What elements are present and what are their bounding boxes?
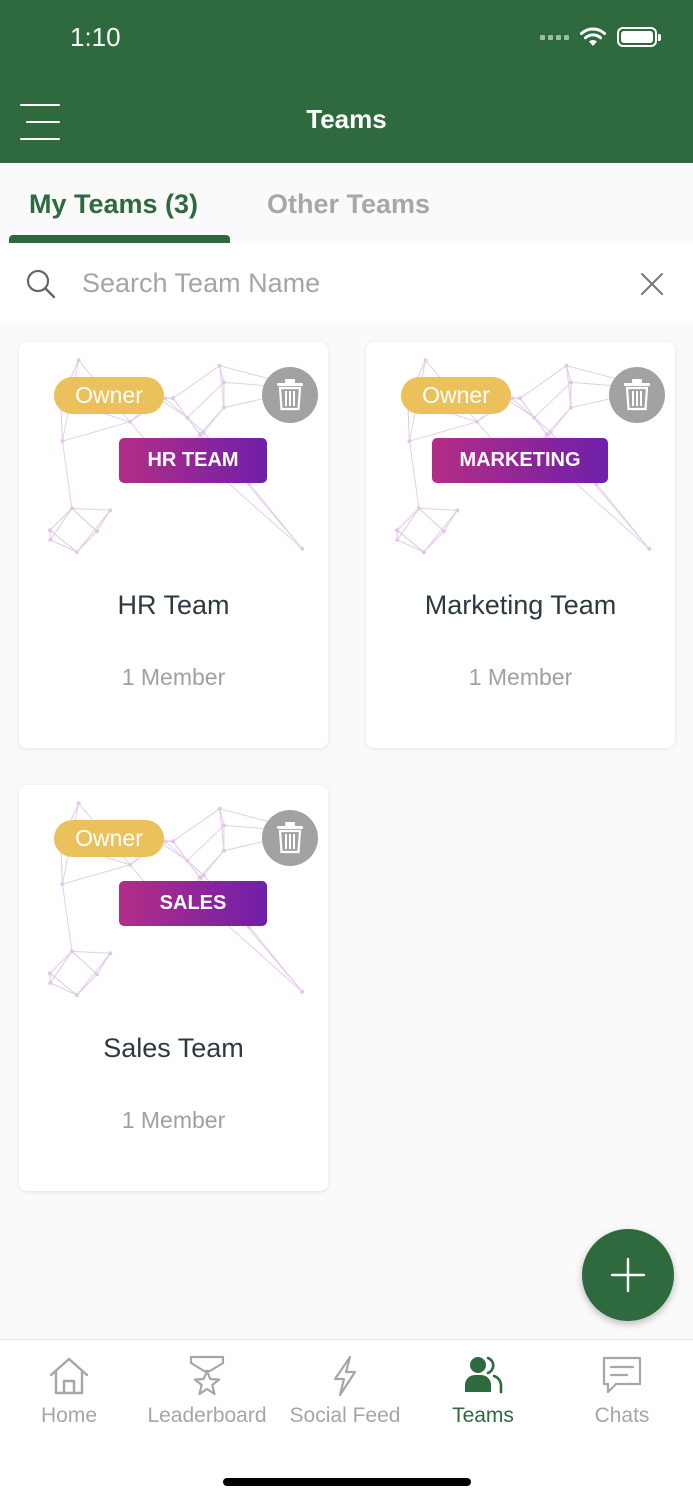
nav-label: Leaderboard: [147, 1404, 267, 1427]
team-card[interactable]: Owner SALES Sales Team 1 Member: [19, 785, 328, 1191]
cellular-signal-icon: [540, 34, 569, 40]
bottom-tab-bar: Home Leaderboard Social Feed Teams Chats: [0, 1339, 693, 1500]
team-card[interactable]: Owner MARKETING Marketing Team 1 Member: [366, 342, 675, 748]
team-name: Marketing Team: [424, 590, 617, 620]
app-header: Teams: [0, 80, 693, 163]
team-tag: MARKETING: [432, 438, 608, 483]
card-banner: Owner HR TEAM: [27, 350, 320, 555]
tab-my-teams[interactable]: My Teams (3): [29, 189, 198, 220]
team-card[interactable]: Owner HR TEAM HR Team 1 Member: [19, 342, 328, 748]
member-count: 1 Member: [468, 664, 573, 690]
member-count: 1 Member: [121, 1107, 226, 1133]
owner-badge: Owner: [401, 377, 511, 414]
home-indicator: [223, 1478, 471, 1486]
nav-teams[interactable]: Teams: [414, 1354, 552, 1428]
people-icon: [465, 1356, 503, 1394]
plus-icon: [610, 1257, 646, 1293]
delete-team-button[interactable]: [262, 810, 318, 866]
card-banner: Owner SALES: [27, 793, 320, 998]
clear-search-icon[interactable]: [640, 272, 664, 296]
search-icon: [26, 269, 56, 299]
team-name: Sales Team: [103, 1033, 244, 1063]
nav-leaderboard[interactable]: Leaderboard: [138, 1354, 276, 1428]
battery-icon: [617, 27, 661, 47]
search-bar: [0, 243, 693, 323]
trash-icon: [624, 379, 650, 411]
team-name: HR Team: [117, 590, 230, 620]
owner-badge: Owner: [54, 377, 164, 414]
nav-label: Social Feed: [289, 1404, 401, 1427]
card-banner: Owner MARKETING: [374, 350, 667, 555]
team-tabs: My Teams (3) Other Teams: [0, 163, 693, 243]
trash-icon: [277, 822, 303, 854]
team-tag: HR TEAM: [119, 438, 267, 483]
team-tag: SALES: [119, 881, 267, 926]
member-count: 1 Member: [121, 664, 226, 690]
chat-bubble-icon: [602, 1356, 642, 1394]
status-icons: [540, 26, 661, 48]
wifi-icon: [580, 27, 606, 46]
tab-other-teams[interactable]: Other Teams: [267, 189, 430, 220]
trophy-star-icon: [189, 1355, 225, 1396]
status-bar: 1:10: [0, 0, 693, 80]
owner-badge: Owner: [54, 820, 164, 857]
search-input[interactable]: [82, 263, 602, 303]
page-title: Teams: [306, 104, 387, 134]
nav-label: Home: [40, 1404, 98, 1427]
add-team-button[interactable]: [582, 1229, 674, 1321]
nav-social-feed[interactable]: Social Feed: [276, 1354, 414, 1428]
lightning-icon: [333, 1355, 357, 1397]
home-icon: [49, 1357, 89, 1395]
delete-team-button[interactable]: [262, 367, 318, 423]
nav-chats[interactable]: Chats: [553, 1354, 691, 1428]
nav-label: Chats: [594, 1404, 650, 1427]
delete-team-button[interactable]: [609, 367, 665, 423]
tab-active-indicator: [9, 235, 230, 243]
nav-home[interactable]: Home: [0, 1354, 138, 1428]
trash-icon: [277, 379, 303, 411]
nav-label: Teams: [452, 1404, 514, 1427]
status-time: 1:10: [70, 22, 121, 52]
